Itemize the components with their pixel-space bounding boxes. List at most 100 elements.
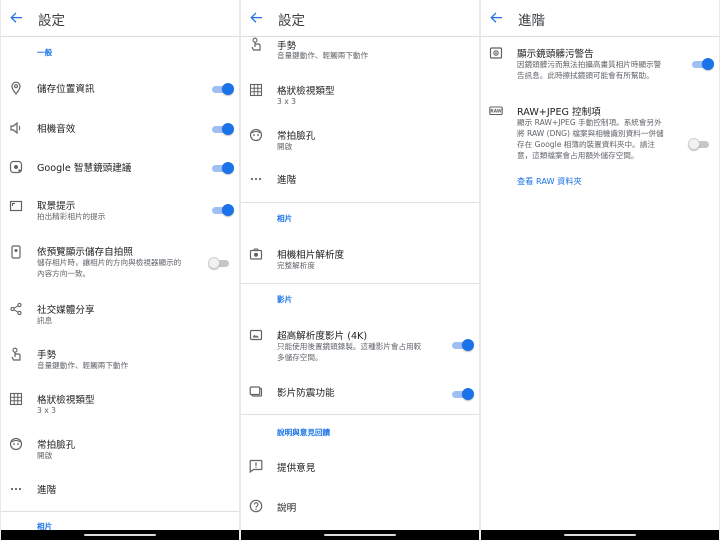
selfie-icon [9, 245, 23, 259]
system-nav-bar [1, 530, 239, 540]
face-icon [249, 128, 263, 142]
setting-label: 格狀檢視類型 [37, 395, 95, 406]
setting-feedback[interactable]: 提供意見 [241, 459, 479, 479]
app-bar: 設定 [241, 0, 479, 37]
setting-mirror-selfie[interactable]: 依預覽顯示儲存自拍照 儲存相片時，讓相片的方向與檢視器顯示的 內容方向一致。 [1, 244, 239, 286]
app-bar: 設定 [1, 0, 239, 37]
setting-label: 相機音效 [37, 124, 76, 135]
setting-summary: 拍出精彩相片的提示 [37, 212, 106, 221]
setting-grid-type[interactable]: 格狀檢視類型 3 x 3 [1, 391, 239, 419]
system-nav-bar [241, 530, 479, 540]
setting-lens-suggestions[interactable]: Google 智慧鏡頭建議 [1, 159, 239, 179]
setting-save-location[interactable]: 儲存位置資訊 [1, 80, 239, 100]
home-indicator[interactable] [84, 534, 156, 536]
video-4k-toggle[interactable] [452, 338, 474, 352]
setting-summary: 音量鍵動作、輕觸兩下動作 [37, 361, 129, 370]
setting-help[interactable]: 說明 [241, 499, 479, 519]
setting-advanced[interactable]: 進階 [241, 171, 479, 191]
setting-summary: 完整解析度 [277, 261, 315, 270]
home-indicator[interactable] [324, 534, 396, 536]
advanced-panel: 進階 顯示鏡頭髒污警告 因鏡頭髒污而無法拍攝高畫質相片時顯示警 告訊息。此時擦拭… [481, 0, 719, 540]
framing-icon [9, 199, 23, 213]
location-pin-icon [9, 81, 23, 95]
setting-framing-hints[interactable]: 取景提示 拍出精彩相片的提示 [1, 198, 239, 226]
video-4k-icon [249, 328, 263, 342]
location-toggle[interactable] [212, 82, 234, 96]
settings-panel-1: 設定 一般 儲存位置資訊 相機音效 Google 智慧鏡頭建議 取景提示 拍出精… [1, 0, 239, 540]
setting-summary: 內容方向一致。 [37, 269, 91, 278]
back-arrow-icon[interactable] [7, 8, 25, 26]
framing-toggle[interactable] [212, 203, 234, 217]
setting-stabilization[interactable]: 影片防震功能 [241, 384, 479, 404]
setting-label: 進階 [277, 175, 297, 186]
setting-camera-sounds[interactable]: 相機音效 [1, 120, 239, 140]
mirror-selfie-toggle[interactable] [208, 256, 231, 270]
svg-text:RAW: RAW [490, 109, 501, 115]
setting-advanced[interactable]: 進階 [1, 481, 239, 501]
stabilization-toggle[interactable] [452, 387, 474, 401]
help-icon [249, 499, 263, 513]
face-icon [9, 437, 23, 451]
grid-icon [9, 392, 23, 406]
raw-icon: RAW [489, 104, 503, 118]
setting-summary: 意，這類檔案會占用額外儲存空間。 [517, 151, 639, 160]
setting-label: 說明 [277, 503, 297, 514]
setting-summary: 3 x 3 [277, 97, 296, 106]
setting-gestures[interactable]: 手勢 音量鍵動作、輕觸兩下動作 [1, 346, 239, 374]
lens-toggle[interactable] [212, 161, 234, 175]
gesture-icon [249, 37, 263, 51]
lens-icon [9, 160, 23, 174]
section-header-help: 說明與意見回饋 [277, 428, 331, 437]
section-header-video: 影片 [277, 295, 293, 304]
setting-summary: 將 RAW (DNG) 檔案與相機識別資料一併儲 [517, 129, 664, 138]
view-raw-folder-link[interactable]: 查看 RAW 資料夾 [517, 175, 582, 187]
gesture-icon [9, 347, 23, 361]
setting-frequent-faces[interactable]: 常拍臉孔 開啟 [241, 127, 479, 155]
back-arrow-icon[interactable] [487, 8, 505, 26]
setting-summary: 因鏡頭髒污而無法拍攝高畫質相片時顯示警 [517, 60, 662, 69]
divider [1, 511, 239, 512]
setting-gestures[interactable]: 手勢 音量鍵動作、輕觸兩下動作 [241, 37, 479, 64]
setting-label: 手勢 [277, 41, 297, 52]
setting-photo-resolution[interactable]: 相機相片解析度 完整解析度 [241, 246, 479, 274]
sounds-toggle[interactable] [212, 122, 234, 136]
setting-label: Google 智慧鏡頭建議 [37, 163, 132, 174]
page-title: 進階 [518, 13, 545, 29]
setting-summary: 只能使用後置鏡頭錄製。這種影片會占用較 [277, 342, 422, 351]
setting-smudge-warning[interactable]: 顯示鏡頭髒污警告 因鏡頭髒污而無法拍攝高畫質相片時顯示警 告訊息。此時擦拭鏡頭可… [481, 45, 719, 85]
smudge-toggle[interactable] [692, 57, 714, 71]
raw-toggle[interactable] [688, 137, 711, 151]
grid-icon [249, 83, 263, 97]
settings-panel-2: 設定 手勢 音量鍵動作、輕觸兩下動作 格狀檢視類型 3 x 3 常拍臉孔 開啟 … [241, 0, 479, 540]
setting-label: 手勢 [37, 350, 57, 361]
setting-summary: 訊息 [37, 316, 53, 325]
stabilization-icon [249, 385, 263, 399]
setting-label: 提供意見 [277, 463, 316, 474]
app-bar: 進階 [481, 0, 719, 37]
setting-label: 進階 [37, 485, 57, 496]
setting-label: 常拍臉孔 [37, 440, 76, 451]
setting-video-4k[interactable]: 超高解析度影片 (4K) 只能使用後置鏡頭錄製。這種影片會占用較 多儲存空間。 [241, 327, 479, 367]
setting-label: 依預覽顯示儲存自拍照 [37, 247, 133, 258]
setting-summary: 存在 Google 相簿的裝置資料夾中。請注 [517, 140, 655, 149]
back-arrow-icon[interactable] [247, 8, 265, 26]
setting-summary: 告訊息。此時擦拭鏡頭可能會有所幫助。 [517, 71, 654, 80]
setting-label: 格狀檢視類型 [277, 86, 335, 97]
setting-summary: 儲存相片時，讓相片的方向與檢視器顯示的 [37, 258, 182, 267]
setting-frequent-faces[interactable]: 常拍臉孔 開啟 [1, 436, 239, 464]
page-title: 設定 [38, 13, 65, 29]
setting-summary: 開啟 [37, 451, 53, 460]
setting-raw-jpeg[interactable]: RAW RAW+JPEG 控制項 顯示 RAW+JPEG 手動控制項。系統會另外… [481, 104, 719, 166]
camera-icon [249, 247, 263, 261]
setting-social-share[interactable]: 社交媒體分享 訊息 [1, 301, 239, 329]
home-indicator[interactable] [564, 534, 636, 536]
setting-summary: 顯示 RAW+JPEG 手動控制項。系統會另外 [517, 118, 662, 127]
setting-grid-type[interactable]: 格狀檢視類型 3 x 3 [241, 82, 479, 110]
setting-summary: 開啟 [277, 142, 293, 151]
setting-summary: 音量鍵動作、輕觸兩下動作 [277, 51, 369, 60]
page-title: 設定 [278, 13, 305, 29]
divider [241, 202, 479, 203]
system-nav-bar [481, 530, 719, 540]
section-header-general: 一般 [37, 48, 53, 57]
setting-summary: 多儲存空間。 [277, 353, 323, 362]
